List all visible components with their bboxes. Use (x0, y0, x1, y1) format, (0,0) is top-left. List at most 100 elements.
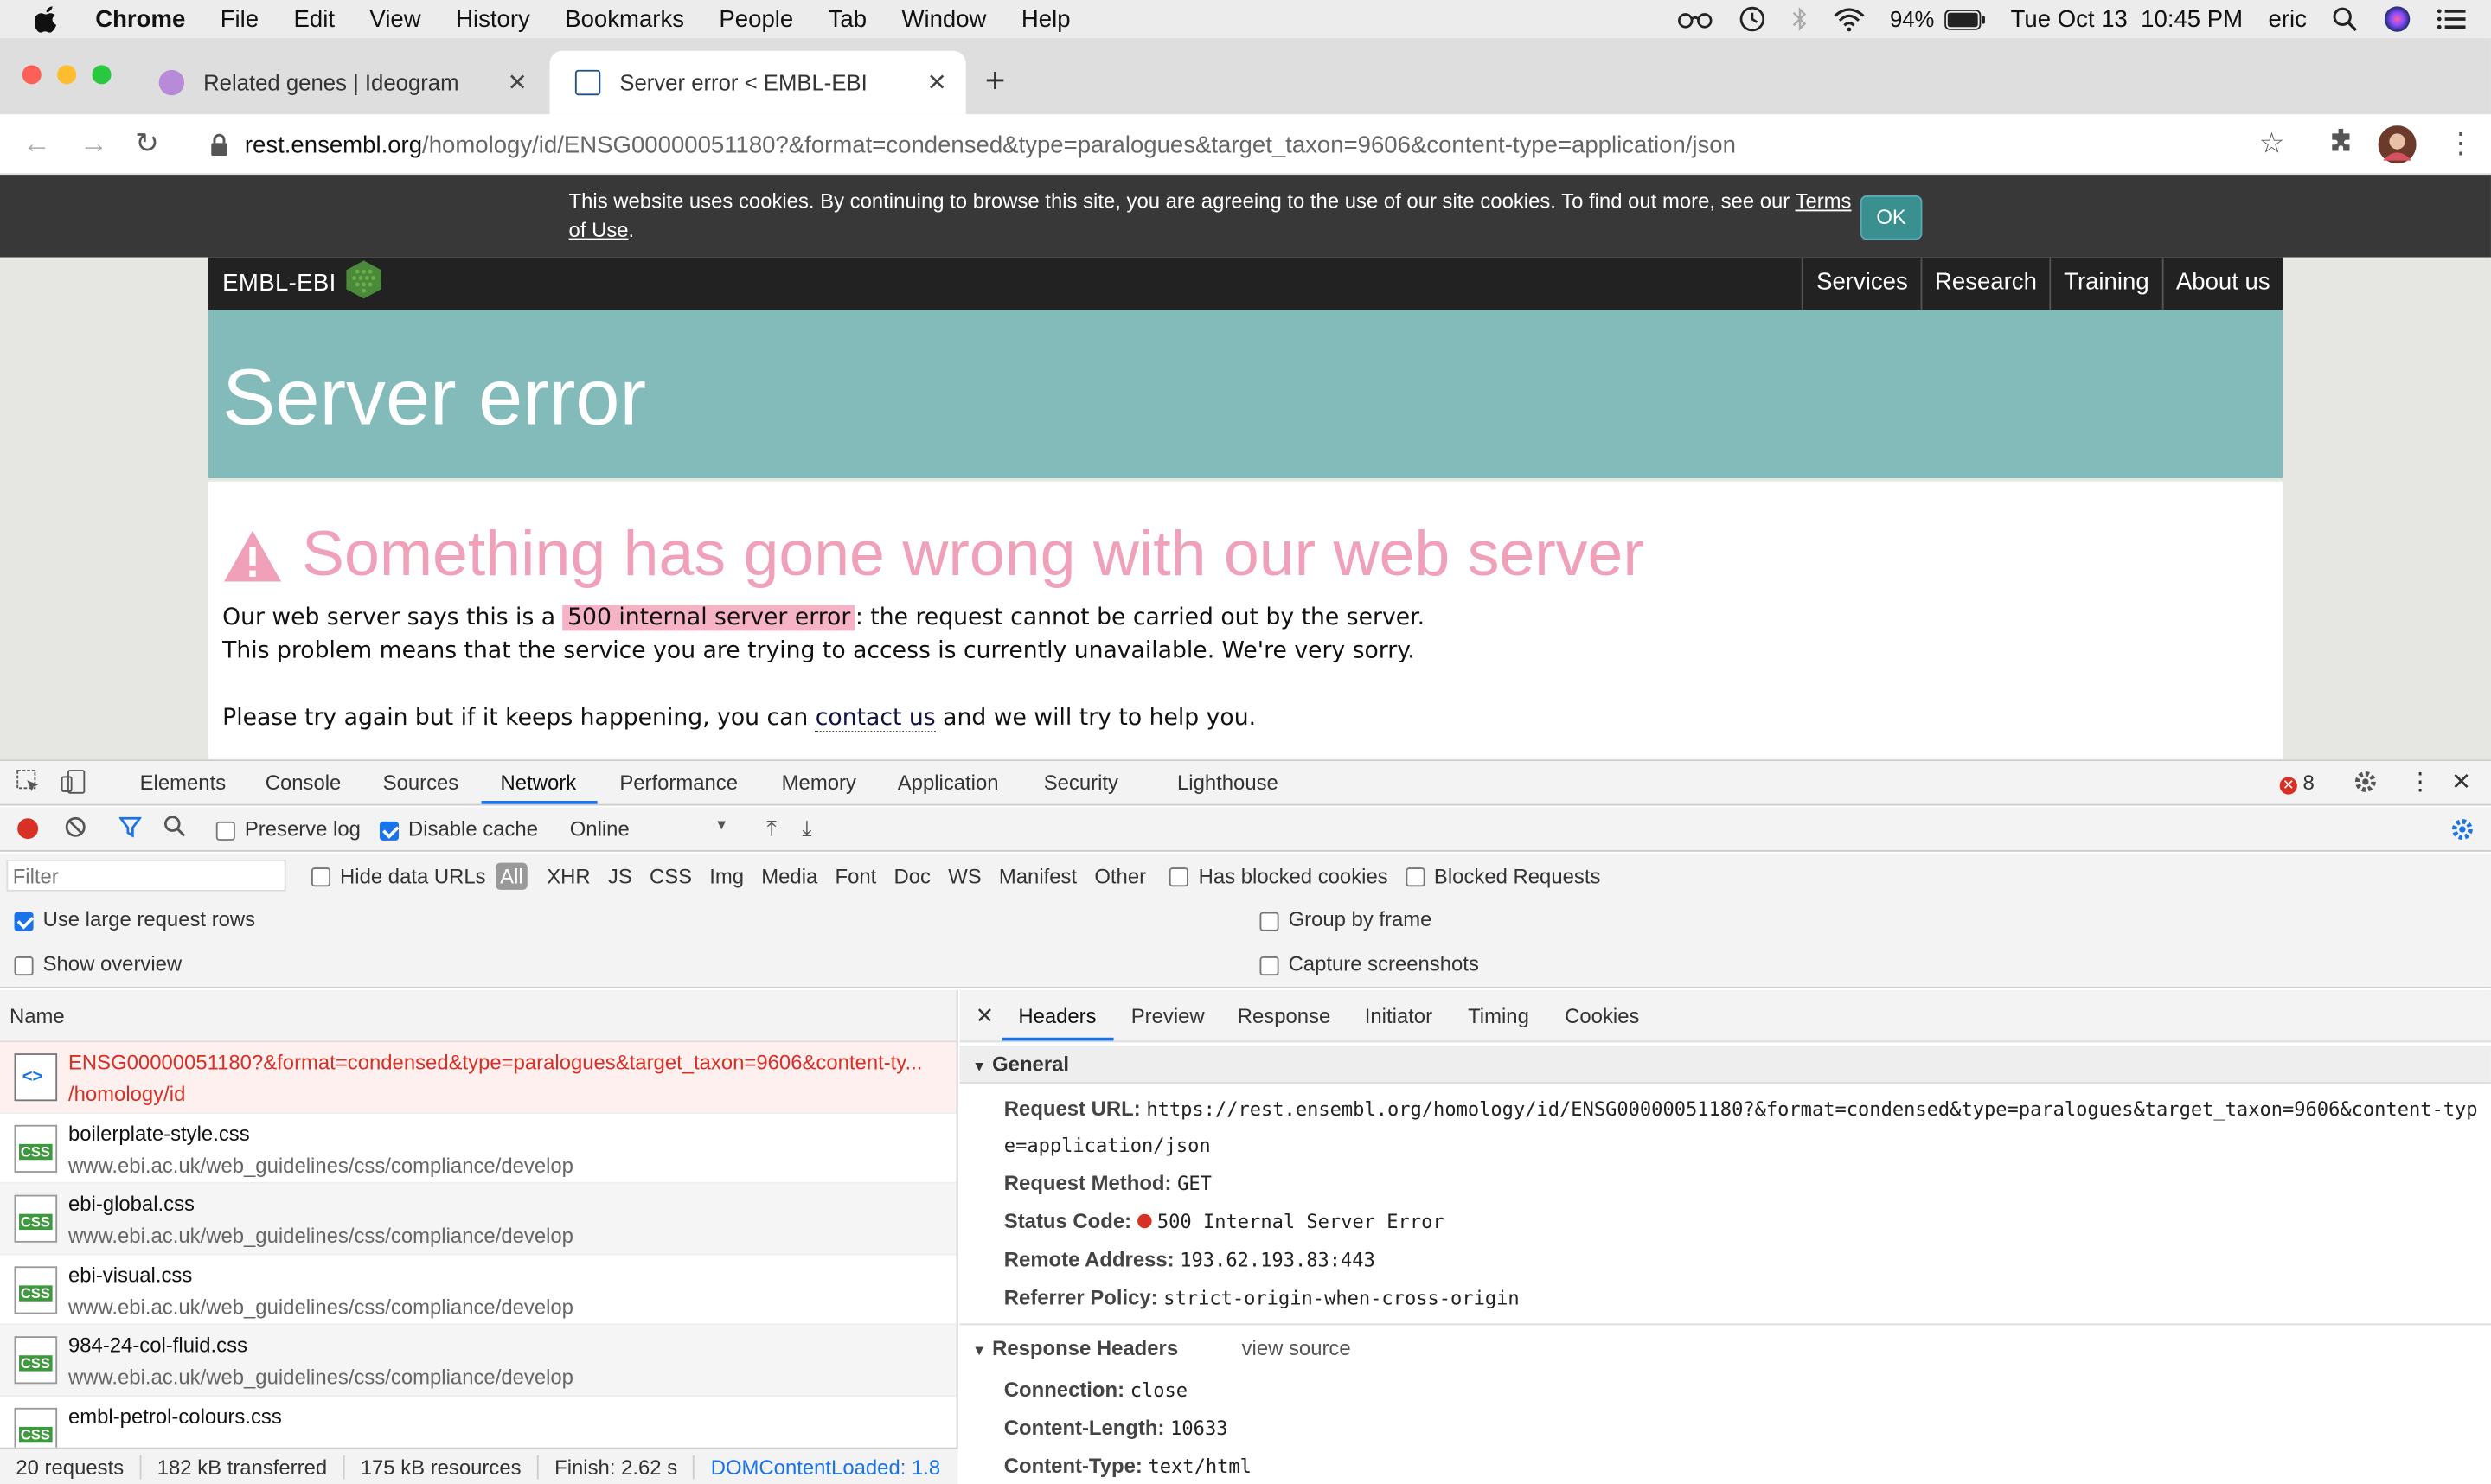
hide-data-urls-checkbox[interactable] (311, 867, 331, 887)
spotlight-search-icon[interactable] (2332, 6, 2357, 32)
menu-view[interactable]: View (369, 5, 420, 32)
tab-headers[interactable]: Headers (1018, 1004, 1096, 1028)
blocked-requests-checkbox[interactable] (1405, 867, 1425, 887)
menu-edit[interactable]: Edit (294, 5, 335, 32)
type-filter-all[interactable]: All (495, 861, 528, 889)
import-har-icon[interactable]: ⤒ (766, 816, 776, 842)
nav-about-us[interactable]: About us (2161, 257, 2283, 310)
menu-help[interactable]: Help (1021, 5, 1071, 32)
menu-bookmarks[interactable]: Bookmarks (565, 5, 684, 32)
nav-services[interactable]: Services (1802, 257, 1921, 310)
time-machine-icon[interactable] (1738, 5, 1766, 34)
forward-icon[interactable]: → (80, 127, 108, 161)
hide-data-urls-toggle[interactable]: Hide data URLs (311, 864, 486, 887)
tab-preview[interactable]: Preview (1131, 1004, 1205, 1028)
show-overview-toggle[interactable]: Show overview (14, 952, 182, 975)
type-filter-media[interactable]: Media (761, 864, 817, 888)
settings-gear-icon[interactable] (2353, 769, 2378, 799)
tab-security[interactable]: Security (1044, 771, 1118, 795)
show-overview-checkbox[interactable] (14, 956, 34, 975)
menu-history[interactable]: History (456, 5, 530, 32)
clear-icon[interactable] (65, 816, 86, 841)
menu-window[interactable]: Window (901, 5, 986, 32)
tab-cookies[interactable]: Cookies (1565, 1004, 1639, 1028)
request-row[interactable]: CSS embl-petrol-colours.css (0, 1396, 957, 1448)
tab-initiator[interactable]: Initiator (1365, 1004, 1432, 1028)
new-tab-icon[interactable]: + (985, 61, 1006, 102)
devtools-more-icon[interactable]: ⋮ (2408, 767, 2432, 796)
large-rows-toggle[interactable]: Use large request rows (14, 907, 255, 931)
tab-timing[interactable]: Timing (1468, 1004, 1529, 1028)
disable-cache-toggle[interactable]: Disable cache (379, 816, 538, 841)
general-section-header[interactable]: ▼ General (959, 1045, 2491, 1084)
tab-server-error[interactable]: Server error < EMBL-EBI ✕ (549, 50, 966, 115)
tab-memory[interactable]: Memory (782, 771, 856, 795)
has-blocked-cookies-checkbox[interactable] (1169, 867, 1189, 887)
tab-elements[interactable]: Elements (140, 771, 227, 795)
request-row[interactable]: <> ENSG00000051180?&format=condensed&typ… (0, 1042, 957, 1114)
user-name[interactable]: eric (2268, 5, 2306, 32)
type-filter-doc[interactable]: Doc (894, 864, 931, 888)
tab-response[interactable]: Response (1238, 1004, 1331, 1028)
close-tab-icon[interactable]: ✕ (927, 68, 947, 97)
tab-ideogram[interactable]: Related genes | Ideogram ✕ (133, 51, 547, 114)
notification-center-icon[interactable] (2437, 8, 2466, 30)
menu-file[interactable]: File (221, 5, 259, 32)
name-column-header[interactable]: Name (0, 989, 957, 1043)
extensions-icon[interactable] (2329, 127, 2354, 161)
tab-network[interactable]: Network (501, 771, 577, 795)
type-filter-img[interactable]: Img (709, 864, 744, 888)
error-counter[interactable]: ✕ 8 (2279, 771, 2315, 795)
throttling-select[interactable]: Online ▼ (570, 816, 729, 841)
request-row[interactable]: CSS ebi-visual.css www.ebi.ac.uk/web_gui… (0, 1255, 957, 1326)
tab-console[interactable]: Console (266, 771, 342, 795)
group-by-frame-checkbox[interactable] (1259, 911, 1279, 931)
type-filter-font[interactable]: Font (836, 864, 877, 888)
search-icon[interactable] (163, 816, 186, 842)
group-by-frame-toggle[interactable]: Group by frame (1259, 907, 1431, 931)
window-close-button[interactable] (22, 65, 42, 85)
type-filter-other[interactable]: Other (1094, 864, 1146, 888)
devtools-close-icon[interactable]: ✕ (2451, 767, 2471, 796)
reload-icon[interactable]: ↻ (135, 127, 159, 161)
type-filter-css[interactable]: CSS (650, 864, 692, 888)
apple-icon[interactable] (35, 5, 60, 34)
chrome-menu-icon[interactable]: ⋮ (2447, 127, 2475, 161)
close-tab-icon[interactable]: ✕ (508, 68, 528, 97)
profile-avatar[interactable] (2378, 125, 2417, 171)
capture-screenshots-checkbox[interactable] (1259, 956, 1279, 975)
bookmark-star-icon[interactable]: ☆ (2259, 127, 2285, 161)
lock-icon[interactable] (209, 133, 228, 157)
tab-performance[interactable]: Performance (619, 771, 738, 795)
response-headers-section-header[interactable]: ▼ Response Headers view source (972, 1336, 1351, 1360)
export-har-icon[interactable]: ⤓ (802, 816, 811, 842)
contact-us-link[interactable]: contact us (815, 705, 936, 732)
close-detail-icon[interactable]: ✕ (976, 1002, 995, 1029)
tab-sources[interactable]: Sources (383, 771, 459, 795)
nav-research[interactable]: Research (1920, 257, 2049, 310)
capture-screenshots-toggle[interactable]: Capture screenshots (1259, 952, 1479, 975)
blocked-requests-toggle[interactable]: Blocked Requests (1405, 864, 1600, 887)
tab-application[interactable]: Application (898, 771, 999, 795)
preserve-log-toggle[interactable]: Preserve log (215, 816, 361, 841)
request-row[interactable]: CSS boilerplate-style.css www.ebi.ac.uk/… (0, 1113, 957, 1184)
menu-people[interactable]: People (719, 5, 793, 32)
network-settings-gear-icon[interactable] (2449, 816, 2475, 847)
menu-app[interactable]: Chrome (95, 5, 185, 32)
wifi-icon[interactable] (1833, 7, 1865, 31)
has-blocked-cookies-toggle[interactable]: Has blocked cookies (1169, 864, 1388, 887)
type-filter-ws[interactable]: WS (948, 864, 981, 888)
record-icon[interactable] (17, 818, 39, 840)
back-icon[interactable]: ← (22, 127, 51, 161)
large-rows-checkbox[interactable] (14, 911, 34, 931)
preserve-log-checkbox[interactable] (215, 821, 235, 841)
view-source-link[interactable]: view source (1242, 1336, 1351, 1360)
cookie-ok-button[interactable]: OK (1860, 195, 1923, 240)
window-minimize-button[interactable] (57, 65, 77, 85)
url-bar[interactable]: rest.ensembl.org/homology/id/ENSG0000005… (187, 120, 2316, 169)
type-filter-xhr[interactable]: XHR (547, 864, 590, 888)
battery-icon[interactable] (1943, 9, 1985, 29)
bluetooth-icon[interactable] (1791, 6, 1807, 31)
siri-icon[interactable] (2383, 5, 2411, 34)
clock[interactable]: Tue Oct 13 10:45 PM (2011, 5, 2244, 32)
